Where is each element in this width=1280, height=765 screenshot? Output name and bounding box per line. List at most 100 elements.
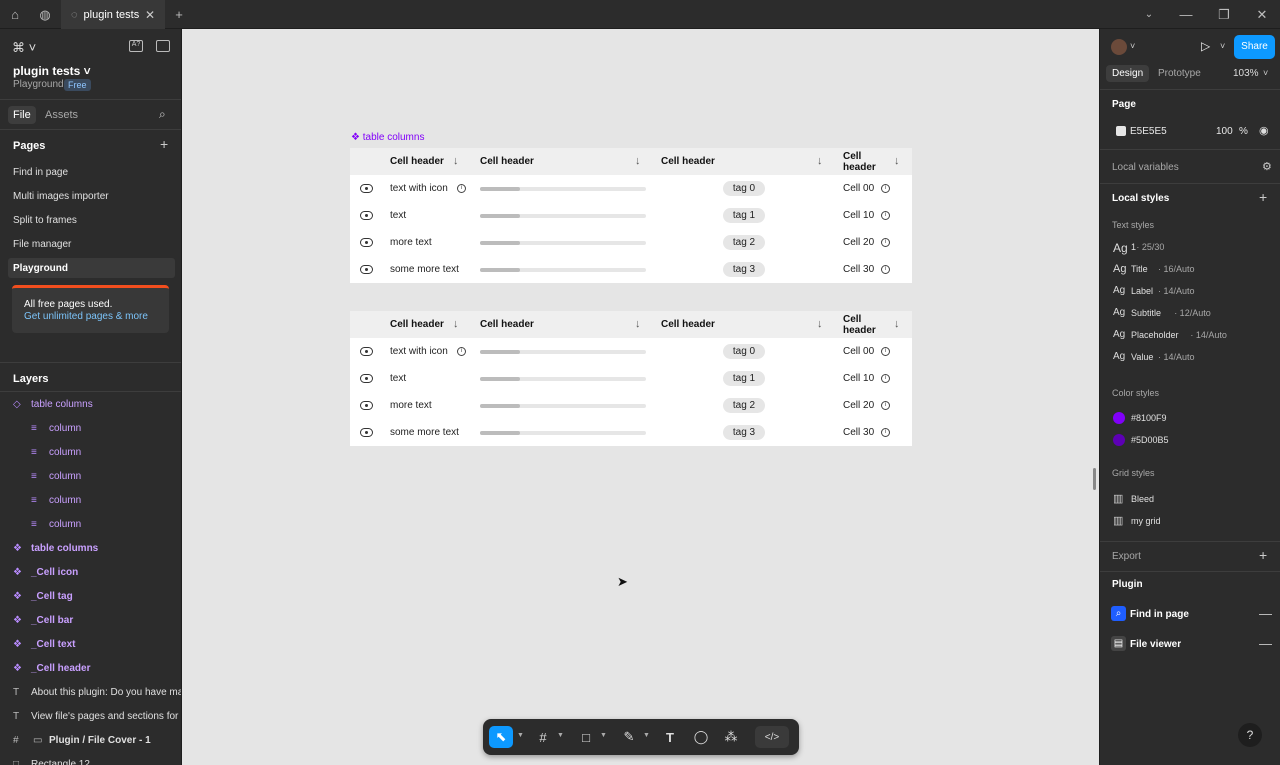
table-row[interactable]: text with icon i tag 0 Cell 00 i	[350, 175, 912, 202]
table-row[interactable]: some more text tag 3 Cell 30 i	[350, 419, 912, 446]
page-color-swatch[interactable]	[1116, 126, 1126, 136]
table-row[interactable]: more text tag 2 Cell 20 i	[350, 229, 912, 256]
info-icon[interactable]: i	[881, 184, 890, 193]
chevron-down-icon[interactable]: ▼	[517, 732, 524, 739]
page-item[interactable]: Multi images importer	[8, 186, 175, 206]
chevron-down-icon[interactable]: ▼	[600, 732, 607, 739]
sort-arrow-icon[interactable]: ↓	[817, 318, 823, 330]
sort-arrow-icon[interactable]: ↓	[453, 155, 459, 167]
layer-item[interactable]: T About this plugin: Do you have ma...	[0, 681, 181, 705]
sort-arrow-icon[interactable]: ↓	[894, 155, 900, 167]
add-export-icon[interactable]: +	[1259, 547, 1267, 563]
column-header[interactable]: Cell header	[390, 156, 444, 167]
upgrade-link[interactable]: Get unlimited pages & more	[24, 311, 148, 322]
info-icon[interactable]: i	[457, 347, 466, 356]
text-style-item[interactable]: Ag Value · 14/Auto	[1100, 347, 1280, 367]
table-row[interactable]: text with icon i tag 0 Cell 00 i	[350, 338, 912, 365]
table-row[interactable]: text tag 1 Cell 10 i	[350, 365, 912, 392]
toggle-icon[interactable]	[360, 265, 373, 274]
page-color-value[interactable]: E5E5E5	[1130, 126, 1167, 137]
tab-prototype[interactable]: Prototype	[1158, 68, 1201, 79]
column-header[interactable]: Cell header	[661, 319, 715, 330]
panel-resize-handle[interactable]	[1093, 468, 1096, 490]
table-row[interactable]: more text tag 2 Cell 20 i	[350, 392, 912, 419]
page-item[interactable]: Playground	[8, 258, 175, 278]
toggle-icon[interactable]	[360, 211, 373, 220]
frame-tool-icon[interactable]: #	[532, 726, 554, 748]
remove-icon[interactable]: —	[1259, 636, 1272, 651]
tab-plugin-tests[interactable]: ◌ plugin tests ✕	[61, 0, 165, 29]
avatar[interactable]	[1111, 39, 1127, 55]
move-tool-icon[interactable]: ⬉	[489, 726, 513, 748]
comment-tool-icon[interactable]: ◯	[690, 726, 712, 748]
frame-label[interactable]: ❖ table columns	[351, 132, 424, 143]
zoom-level[interactable]: 103%	[1233, 68, 1259, 79]
add-page-icon[interactable]: +	[160, 136, 168, 152]
toggle-icon[interactable]	[360, 428, 373, 437]
column-header[interactable]: Cell header	[843, 314, 883, 336]
restore-icon[interactable]: ❐	[1209, 0, 1239, 29]
info-icon[interactable]: i	[881, 347, 890, 356]
table-row[interactable]: text tag 1 Cell 10 i	[350, 202, 912, 229]
sort-arrow-icon[interactable]: ↓	[453, 318, 459, 330]
layer-item[interactable]: ❖ _Cell bar	[0, 609, 181, 633]
info-icon[interactable]: i	[881, 401, 890, 410]
column-header[interactable]: Cell header	[480, 319, 534, 330]
eye-icon[interactable]: ◉	[1259, 124, 1269, 137]
info-icon[interactable]: i	[881, 428, 890, 437]
tab-assets[interactable]: Assets	[45, 109, 78, 121]
help-button[interactable]: ?	[1238, 723, 1262, 747]
layer-item[interactable]: ≡ column	[0, 513, 181, 537]
plugin-item[interactable]: ⌕ Find in page —	[1100, 605, 1280, 625]
share-button[interactable]: Share	[1234, 35, 1275, 59]
text-style-item[interactable]: Ag Title · 16/Auto	[1100, 259, 1280, 279]
table-row[interactable]: some more text tag 3 Cell 30 i	[350, 256, 912, 283]
text-style-icon[interactable]: A?	[129, 40, 143, 52]
globe-icon[interactable]: ◍	[30, 0, 60, 29]
toggle-icon[interactable]	[360, 347, 373, 356]
layer-item[interactable]: ❖ _Cell text	[0, 633, 181, 657]
main-menu-icon[interactable]: ⌘ ˅	[12, 40, 36, 56]
layer-item[interactable]: ≡ column	[0, 441, 181, 465]
chevron-down-icon[interactable]: ˅	[1263, 68, 1268, 78]
page-opacity[interactable]: 100	[1216, 126, 1233, 137]
layer-item[interactable]: □ Rectangle 12	[0, 753, 181, 765]
new-tab-icon[interactable]: +	[164, 0, 194, 29]
column-header[interactable]: Cell header	[480, 156, 534, 167]
actions-icon[interactable]: ⁂	[720, 726, 742, 748]
text-style-item[interactable]: Ag 1 · 25/30	[1100, 237, 1280, 257]
layer-item[interactable]: # Plugin / File Cover - 1 ▭	[0, 729, 181, 753]
sort-arrow-icon[interactable]: ↓	[894, 318, 900, 330]
chevron-down-icon[interactable]: ▼	[643, 732, 650, 739]
table-component[interactable]: Cell header ↓ Cell header ↓ Cell header ↓ Cell…	[350, 148, 912, 283]
layer-item[interactable]: ❖ _Cell tag	[0, 585, 181, 609]
toggle-icon[interactable]	[360, 401, 373, 410]
pen-tool-icon[interactable]: ✎	[618, 726, 640, 748]
info-icon[interactable]: i	[457, 184, 466, 193]
chevron-down-icon[interactable]: ˅	[1130, 41, 1135, 51]
layer-item[interactable]: ≡ column	[0, 465, 181, 489]
search-icon[interactable]: ⌕	[159, 107, 166, 122]
tab-file[interactable]: File	[8, 106, 36, 124]
layer-item[interactable]: ≡ column	[0, 489, 181, 513]
toggle-icon[interactable]	[360, 238, 373, 247]
text-style-item[interactable]: Ag Subtitle · 12/Auto	[1100, 303, 1280, 323]
sort-arrow-icon[interactable]: ↓	[817, 155, 823, 167]
tab-design[interactable]: Design	[1106, 65, 1150, 82]
layer-item[interactable]: ❖ table columns	[0, 537, 181, 561]
chevron-down-icon[interactable]: ⌄	[1134, 0, 1164, 29]
layer-item[interactable]: ❖ _Cell icon	[0, 561, 181, 585]
toggle-icon[interactable]	[360, 374, 373, 383]
add-style-icon[interactable]: +	[1259, 189, 1267, 205]
home-icon[interactable]: ⌂	[0, 0, 30, 29]
present-icon[interactable]: ▷	[1201, 39, 1210, 53]
chevron-down-icon[interactable]: ▼	[557, 732, 564, 739]
layer-item[interactable]: T View file's pages and sections for ...	[0, 705, 181, 729]
column-header[interactable]: Cell header	[843, 151, 883, 173]
column-header[interactable]: Cell header	[390, 319, 444, 330]
remove-icon[interactable]: —	[1259, 606, 1272, 621]
sort-arrow-icon[interactable]: ↓	[635, 155, 641, 167]
layer-item[interactable]: ≡ column	[0, 417, 181, 441]
close-window-icon[interactable]: ✕	[1247, 0, 1277, 29]
info-icon[interactable]: i	[881, 374, 890, 383]
